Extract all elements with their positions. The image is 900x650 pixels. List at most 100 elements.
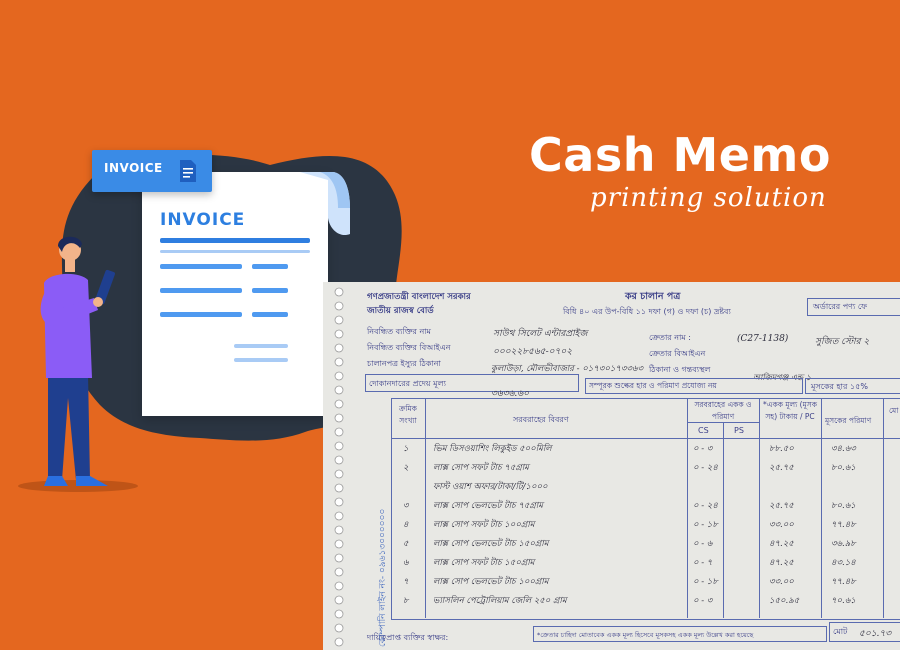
- col-cs: CS: [698, 426, 709, 435]
- row-qty: ০ - ১৮: [693, 577, 718, 587]
- doc-line: [160, 250, 310, 253]
- perforation-hole: [334, 567, 344, 577]
- row-price: ২৫.৭৫: [769, 501, 794, 511]
- perforation-hole: [334, 315, 344, 325]
- memo-supp-label: সম্পূরক শুল্কের হার ও পরিমাণ প্রযোজ্য নয…: [589, 381, 717, 390]
- col-serial: ক্রমিক সংখ্যা: [399, 404, 417, 425]
- row-price: ৩৩.০০: [769, 577, 794, 587]
- perforation-hole: [334, 371, 344, 381]
- main-title: Cash Memo: [529, 128, 831, 182]
- row-sn: ৮: [403, 596, 409, 606]
- doc-line: [160, 238, 310, 243]
- memo-total-label: মোট: [833, 627, 848, 636]
- col-quantity: সরবরাহের একক ও পরিমাণ: [694, 400, 752, 421]
- perforation-hole: [334, 511, 344, 521]
- col-divider: [425, 398, 426, 618]
- perforation-hole: [334, 357, 344, 367]
- row-desc: ভ্যাসলিন পেট্রোলিয়াম জেলি ২৫০ গ্রাম: [433, 596, 567, 606]
- doc-line: [160, 264, 242, 269]
- memo-buyer-code: (C27-1138): [737, 334, 789, 344]
- row-qty: ০ - ৩: [693, 596, 713, 606]
- memo-label-buyer-address: ঠিকানা ও গন্তব্যস্থল: [649, 365, 711, 374]
- subtitle: printing solution: [590, 183, 827, 213]
- memo-label-address: চালানপত্র ইস্যুর ঠিকানা: [367, 359, 441, 368]
- perforation-hole: [334, 329, 344, 339]
- row-qty: ০ - ২৪: [693, 463, 718, 473]
- row-price: ১৫০.৯৫: [769, 596, 800, 606]
- memo-label-buyer: ক্রেতার নাম :: [649, 333, 691, 342]
- doc-line: [252, 312, 288, 317]
- memo-header-divider: [391, 438, 900, 439]
- page-curl: [300, 172, 350, 236]
- row-desc: লাক্স সোপ সফট টাচ ১৫০গ্রাম: [433, 558, 535, 568]
- row-price: ২৫.৭৫: [769, 463, 794, 473]
- memo-header-rule: বিধি ৪০ এর উপ-বিধি ১১ দফা (গ) ও দফা (চ) …: [563, 307, 731, 316]
- col-vat-amount: মূসকের পরিমাণ: [825, 416, 872, 425]
- row-desc: লাক্স সোপ ভেলভেট টাচ ১৫০গ্রাম: [433, 539, 549, 549]
- perforation-hole: [334, 483, 344, 493]
- memo-vat-rate: মূসকের হার ১৫%: [811, 382, 868, 391]
- col-divider: [821, 398, 822, 618]
- memo-side-note: কোম্পানি লাইন নং- ০৯৬১৩০০০০০০: [378, 508, 388, 647]
- cash-memo: গণপ্রজাতন্ত্রী বাংলাদেশ সরকার জাতীয় রাজ…: [353, 282, 900, 650]
- row-desc: ভিম ডিসওয়াশিং লিকুইড ৫০০মিলি: [433, 444, 552, 454]
- cash-memo-photo: গণপ্রজাতন্ত্রী বাংলাদেশ সরকার জাতীয় রাজ…: [323, 282, 900, 650]
- doc-line: [252, 288, 288, 293]
- row-sn: ৫: [403, 539, 409, 549]
- memo-total-value: ৫০১.৭৩: [859, 629, 892, 639]
- perforation-hole: [334, 525, 344, 535]
- row-sn: ২: [403, 463, 409, 473]
- memo-label-buyer-bin: ক্রেতার বিআইএন: [649, 349, 706, 358]
- row-vat: ৮০.৬১: [831, 463, 856, 473]
- col-divider: [883, 398, 884, 618]
- row-vat: ৪৩.১৪: [831, 558, 856, 568]
- row-sn: ৩: [403, 501, 409, 511]
- perforation-hole: [334, 385, 344, 395]
- col-divider: [759, 398, 760, 618]
- memo-label-bin: নিবন্ধিত ব্যক্তির বিআইএন: [367, 343, 451, 352]
- invoice-tag: INVOICE: [92, 150, 212, 192]
- row-price: ৪৭.২৫: [769, 539, 794, 549]
- perforation-hole: [334, 581, 344, 591]
- perforation-hole: [334, 455, 344, 465]
- invoice-doc-title: INVOICE: [160, 210, 246, 230]
- perforation-hole: [334, 441, 344, 451]
- col-description: সরবরাহের বিবরণ: [513, 415, 569, 424]
- memo-label-shop-price: দোকানদারের প্রদেয় মূল্য: [369, 379, 446, 388]
- row-vat: ৭৭.৪৮: [831, 577, 856, 587]
- memo-footer-note: *ক্রেতার চাহিদা মোতাবেক একক মূল্য হিসেবে…: [537, 631, 754, 639]
- row-desc: লাক্স সোপ ভেলভেট টাচ ৭৫গ্রাম: [433, 501, 543, 511]
- memo-buyer-name: সুজিত স্টোর ২: [815, 337, 870, 347]
- file-icon: [180, 160, 196, 182]
- doc-line: [234, 344, 288, 348]
- col-extra: মো: [889, 406, 899, 415]
- row-vat: ৭৭.৪৮: [831, 520, 856, 530]
- perforation-hole: [334, 343, 344, 353]
- perforation-hole: [334, 595, 344, 605]
- row-sn: ৬: [403, 558, 409, 568]
- perforation-hole: [334, 427, 344, 437]
- row-desc: লাক্স সোপ ভেলভেট টাচ ১০০গ্রাম: [433, 577, 549, 587]
- row-price: ৩৩.০০: [769, 520, 794, 530]
- perforation-hole: [334, 287, 344, 297]
- perforation-hole: [334, 609, 344, 619]
- perforation-hole: [334, 469, 344, 479]
- memo-order-label: অর্ডারের পণ্য ফে: [813, 302, 867, 311]
- row-price: ৪৭.২৫: [769, 558, 794, 568]
- row-qty: ০ - ৩: [693, 444, 713, 454]
- invoice-tag-label: INVOICE: [104, 161, 163, 175]
- perforation-hole: [334, 399, 344, 409]
- row-sn: ৪: [403, 520, 409, 530]
- row-vat: ৭০.৬১: [831, 596, 856, 606]
- memo-value-name: সাউথ সিলেট এন্টারপ্রাইজ: [493, 329, 588, 339]
- row-vat: ৩৬.৯৮: [831, 539, 856, 549]
- memo-header-title: কর চালান পত্র: [625, 291, 681, 302]
- row-sn: ৭: [403, 577, 409, 587]
- col-unit-price: *একক মূল্য (মূসক সহ) টাকায় / PC: [763, 400, 817, 421]
- memo-label-name: নিবন্ধিত ব্যক্তির নাম: [367, 327, 431, 336]
- perforation-hole: [334, 623, 344, 633]
- doc-line: [160, 288, 242, 293]
- memo-value-bin: ০০০২২৮৫৬৫-০৭০২: [493, 347, 573, 357]
- col-divider: [723, 422, 724, 618]
- doc-line: [252, 264, 288, 269]
